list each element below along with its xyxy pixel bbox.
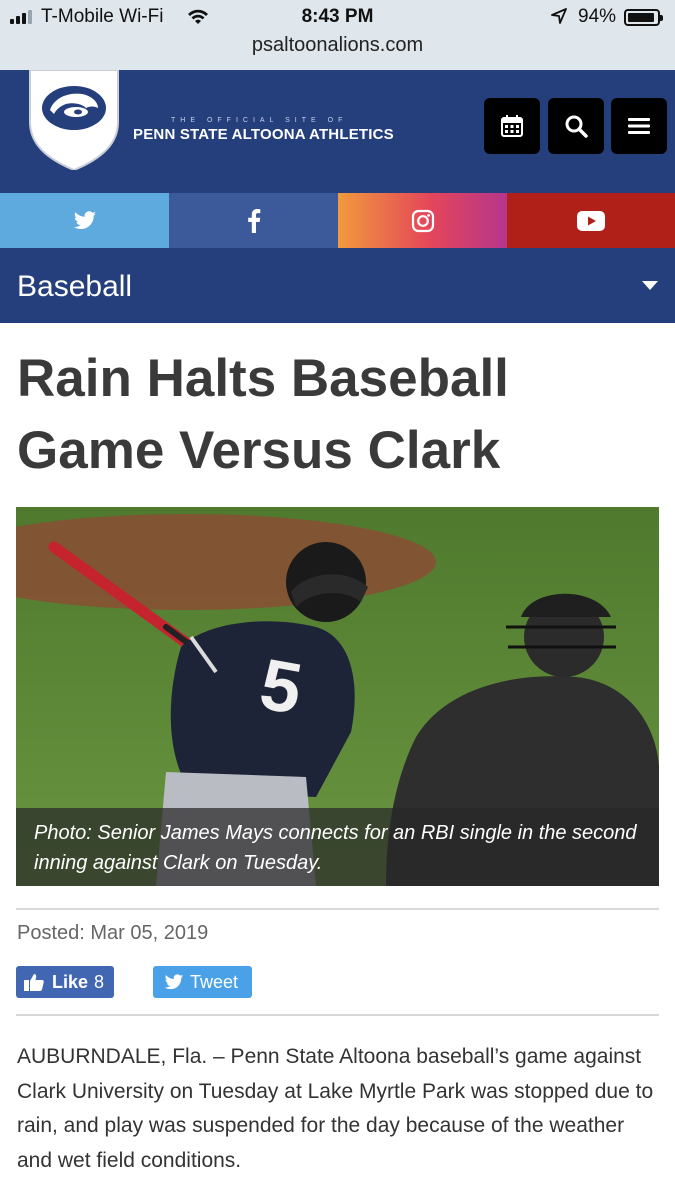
chevron-down-icon: [642, 281, 658, 290]
instagram-link[interactable]: [338, 193, 507, 248]
menu-button[interactable]: [611, 98, 667, 154]
battery-percent: 94%: [578, 6, 617, 27]
youtube-icon: [577, 210, 605, 231]
tweet-label: Tweet: [190, 971, 239, 992]
url-bar[interactable]: psaltoonalions.com: [0, 34, 675, 57]
site-header: THE OFFICIAL SITE OF PENN STATE ALTOONA …: [0, 70, 675, 193]
search-icon: [565, 115, 588, 138]
twitter-icon: [73, 210, 96, 229]
thumbs-up-icon: [24, 974, 44, 991]
clock: 8:43 PM: [301, 6, 374, 27]
menu-icon: [628, 118, 650, 134]
social-links: [0, 193, 675, 248]
divider: [16, 1014, 659, 1016]
twitter-link[interactable]: [0, 193, 169, 248]
status-bar: T-Mobile Wi-Fi 8:43 PM 94% psaltoonalion…: [0, 0, 675, 70]
article-body: AUBURNDALE, Fla. – Penn State Altoona ba…: [17, 1045, 654, 1172]
location-arrow-icon: [551, 8, 567, 30]
sport-selector[interactable]: Baseball: [0, 248, 675, 323]
tweet-button[interactable]: Tweet: [153, 966, 252, 998]
battery-icon: [624, 9, 663, 26]
facebook-icon: [247, 208, 260, 233]
site-brand[interactable]: THE OFFICIAL SITE OF PENN STATE ALTOONA …: [133, 117, 403, 143]
facebook-like-button[interactable]: Like 8: [16, 966, 114, 998]
nittany-lion-shield-logo[interactable]: [28, 70, 120, 170]
posted-date: Posted: Mar 05, 2019: [17, 922, 209, 944]
calendar-button[interactable]: [484, 98, 540, 154]
article-headline: Rain Halts Baseball Game Versus Clark: [17, 349, 509, 480]
twitter-icon: [164, 973, 184, 989]
calendar-icon: [501, 115, 523, 137]
search-button[interactable]: [548, 98, 604, 154]
brand-tagline: THE OFFICIAL SITE OF: [171, 117, 348, 124]
like-count: 8: [94, 971, 105, 992]
facebook-link[interactable]: [169, 193, 338, 248]
article-photo: 5 Photo: Senior James Mays connects for …: [16, 507, 659, 886]
divider: [16, 908, 659, 910]
like-label: Like: [52, 971, 89, 992]
photo-caption: Photo: Senior James Mays connects for an…: [16, 808, 659, 886]
sport-selector-label: Baseball: [17, 270, 133, 303]
brand-name: PENN STATE ALTOONA ATHLETICS: [133, 126, 394, 143]
instagram-icon: [411, 209, 434, 232]
youtube-link[interactable]: [507, 193, 675, 248]
